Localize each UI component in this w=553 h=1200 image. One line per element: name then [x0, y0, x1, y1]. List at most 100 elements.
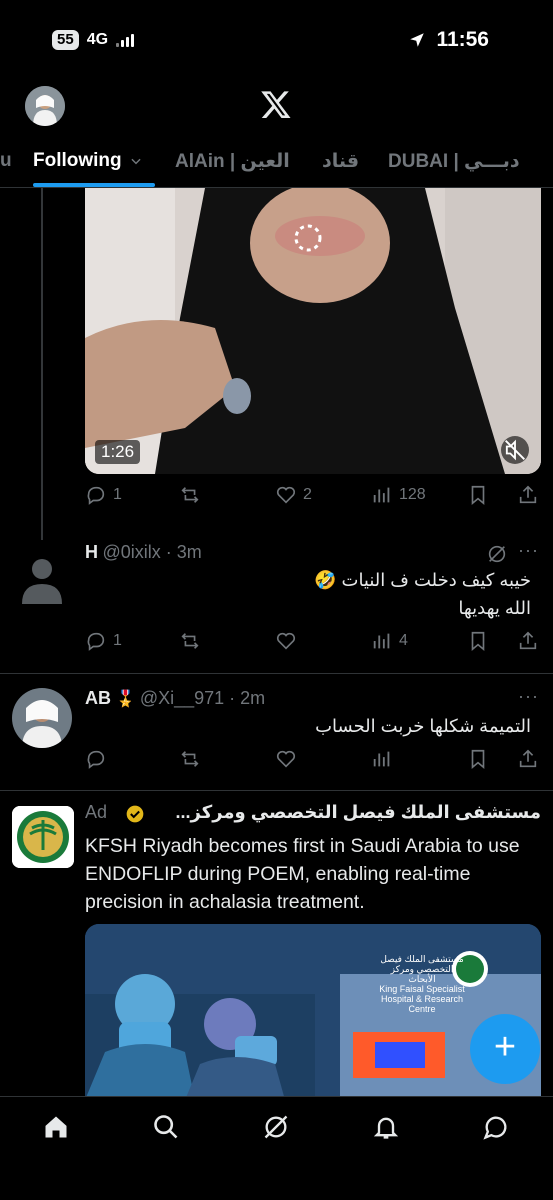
x-logo-icon[interactable]: [260, 88, 292, 120]
bookmark-icon: [471, 749, 485, 770]
location-icon: [410, 33, 425, 47]
battery-indicator: 55: [52, 30, 79, 50]
repost-icon: [181, 751, 199, 767]
like-button[interactable]: [275, 748, 297, 770]
reply-icon: [87, 486, 105, 505]
bookmark-button[interactable]: [467, 748, 489, 770]
advertiser-logo[interactable]: [12, 806, 74, 868]
status-bar: 55 4G 11:56: [0, 0, 553, 80]
chevron-down-icon: [131, 158, 141, 165]
author-name[interactable]: AB: [85, 688, 111, 708]
share-button[interactable]: [517, 484, 539, 506]
reply-button[interactable]: [85, 748, 107, 770]
reply-button[interactable]: 1: [85, 484, 122, 506]
heart-icon: [276, 486, 296, 504]
reply-2-text: التميمة شكلها خربت الحساب: [315, 716, 531, 736]
reply-icon: [87, 632, 105, 651]
repost-button[interactable]: [179, 630, 201, 652]
share-button[interactable]: [517, 630, 539, 652]
reply-icon: [87, 750, 105, 769]
reply-1-text-line1: خيبه كيف دخلت ف النيات 🤣: [314, 570, 531, 590]
verified-gold-icon: [126, 805, 144, 823]
mute-button[interactable]: [501, 436, 529, 464]
share-icon: [519, 631, 537, 650]
reply-1-actions: 1 4: [85, 630, 541, 660]
bottom-navigation: [0, 1096, 553, 1200]
grok-icon[interactable]: [486, 543, 508, 565]
repost-icon: [181, 633, 199, 649]
share-icon: [519, 485, 537, 504]
views-button[interactable]: 128: [371, 484, 426, 506]
ad-body-text: KFSH Riyadh becomes first in Saudi Arabi…: [85, 835, 520, 913]
author-handle[interactable]: @0ixilx · 3m: [102, 542, 201, 562]
more-options-button[interactable]: ···: [518, 686, 539, 707]
ad-label: Ad: [85, 802, 108, 822]
reply-count: 1: [113, 632, 122, 649]
bookmark-icon: [471, 631, 485, 652]
reply-2-header: AB 🎖️ @Xi__971 · 2m: [85, 688, 265, 709]
profile-avatar[interactable]: [25, 86, 65, 126]
compose-post-button[interactable]: +: [470, 1014, 540, 1084]
bookmark-button[interactable]: [467, 484, 489, 506]
share-icon: [519, 749, 537, 768]
like-button[interactable]: [275, 630, 297, 652]
divider: [0, 790, 553, 791]
tab-alain[interactable]: AlAin | العين: [175, 150, 290, 173]
notifications-icon[interactable]: [372, 1113, 400, 1141]
reply-count: 1: [113, 486, 122, 503]
like-button[interactable]: 2: [275, 484, 312, 506]
heart-icon: [276, 750, 296, 768]
tab-previous[interactable]: u: [0, 150, 12, 172]
author-avatar[interactable]: [12, 688, 72, 748]
repost-button[interactable]: [179, 748, 201, 770]
views-icon: [373, 633, 390, 649]
messages-icon[interactable]: [482, 1113, 510, 1141]
default-avatar-icon[interactable]: [20, 556, 64, 606]
ad-image-caption-ar: مستشفى الملك فيصل التخصصي ومركز الأبحاث: [380, 954, 464, 984]
bookmark-button[interactable]: [467, 630, 489, 652]
reply-button[interactable]: 1: [85, 630, 122, 652]
mute-icon: [505, 439, 525, 461]
repost-button[interactable]: [179, 484, 207, 506]
views-icon: [373, 751, 390, 767]
medal-badge-icon: 🎖️: [115, 691, 136, 708]
view-count: 4: [399, 632, 408, 649]
repost-icon: [181, 487, 199, 503]
advertiser-name[interactable]: مستشفى الملك فيصل التخصصي ومركز...: [149, 802, 541, 823]
video-player[interactable]: 1:26: [85, 188, 541, 474]
reply-2-actions: [85, 748, 541, 778]
heart-icon: [276, 632, 296, 650]
tab-qanad[interactable]: قناد: [322, 150, 359, 173]
tab-dubai[interactable]: DUBAI | دبـــي: [388, 150, 520, 173]
share-button[interactable]: [517, 748, 539, 770]
author-name[interactable]: H: [85, 542, 98, 562]
views-icon: [373, 487, 390, 503]
bookmark-icon: [471, 485, 485, 506]
signal-icon: [116, 33, 135, 47]
views-button[interactable]: 4: [371, 630, 408, 652]
like-count: 2: [303, 486, 312, 503]
ad-image-caption-en: King Faisal Specialist Hospital & Resear…: [379, 984, 465, 1014]
grok-icon[interactable]: [262, 1113, 290, 1141]
video-duration: 1:26: [95, 440, 141, 464]
tab-following-label: Following: [33, 150, 122, 171]
views-button[interactable]: [371, 748, 393, 770]
ad-media-image[interactable]: مستشفى الملك فيصل التخصصي ومركز الأبحاث …: [85, 924, 541, 1100]
video-post-actions: 1 2 128: [85, 484, 541, 514]
network-type: 4G: [86, 31, 109, 48]
ad-image-caption: مستشفى الملك فيصل التخصصي ومركز الأبحاث …: [377, 954, 467, 1014]
ad-header: Ad مستشفى الملك فيصل التخصصي ومركز...: [85, 802, 541, 830]
status-right: 11:56: [408, 28, 489, 52]
reply-1-header: H @0ixilx · 3m: [85, 542, 202, 563]
home-icon[interactable]: [42, 1113, 70, 1141]
tab-following[interactable]: Following: [33, 150, 143, 172]
reply-1-text: خيبه كيف دخلت ف النيات 🤣 الله يهديها: [314, 566, 531, 622]
clock: 11:56: [436, 28, 489, 51]
thread-connector: [41, 188, 43, 540]
status-left: 55 4G: [52, 30, 135, 50]
author-handle[interactable]: @Xi__971 · 2m: [140, 688, 265, 708]
search-icon[interactable]: [152, 1113, 180, 1141]
reply-1-text-line2: الله يهديها: [458, 598, 531, 618]
more-options-button[interactable]: ···: [518, 540, 539, 561]
divider: [0, 673, 553, 674]
